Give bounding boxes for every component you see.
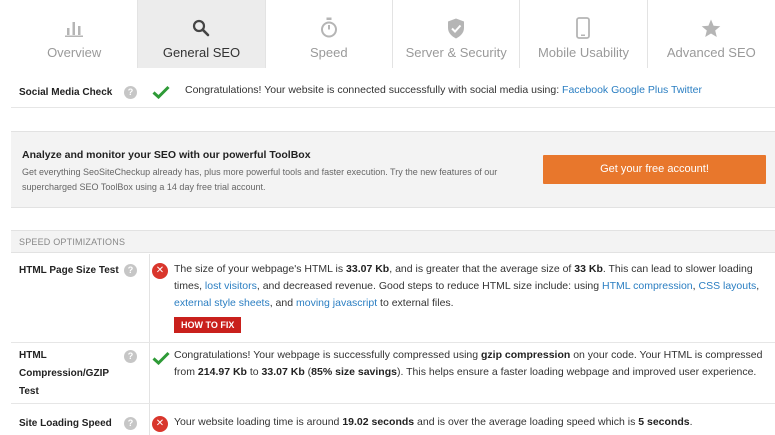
help-icon[interactable]: ?: [124, 264, 137, 277]
search-icon: [192, 17, 210, 39]
column-divider: [149, 254, 150, 435]
twitter-link[interactable]: Twitter: [671, 84, 702, 96]
row-label: Site Loading Speed: [19, 418, 112, 429]
fail-icon: ✕: [152, 416, 168, 432]
social-media-check-row: Social Media Check ? Congratulations! Yo…: [11, 78, 775, 108]
google-plus-link[interactable]: Google Plus: [611, 84, 668, 96]
promo-title: Analyze and monitor your SEO with our po…: [22, 149, 311, 161]
bar-chart-icon: [64, 17, 84, 39]
row-divider: [11, 342, 775, 343]
tab-general-seo[interactable]: General SEO: [138, 0, 266, 68]
loading-speed-message: Your website loading time is around 19.0…: [174, 416, 693, 428]
external-style-sheets-link[interactable]: external style sheets: [174, 297, 270, 309]
row-label: HTML Compression/GZIP Test: [19, 350, 110, 397]
shield-check-icon: [447, 17, 465, 39]
promo-text: Get everything SeoSiteCheckup already ha…: [22, 167, 498, 192]
toolbox-promo: Analyze and monitor your SEO with our po…: [11, 131, 775, 208]
social-message: Congratulations! Your website is connect…: [185, 82, 771, 99]
how-to-fix-button[interactable]: HOW TO FIX: [174, 317, 242, 333]
moving-javascript-link[interactable]: moving javascript: [296, 297, 377, 309]
speed-optimizations-section: SPEED OPTIMIZATIONS HTML Page Size Test …: [11, 230, 775, 435]
html-size-message: The size of your webpage's HTML is 33.07…: [174, 263, 760, 309]
mobile-phone-icon: [576, 17, 591, 39]
tab-bar: Overview General SEO Speed Server & Secu…: [11, 0, 775, 68]
html-compression-link[interactable]: HTML compression: [602, 280, 693, 292]
star-icon: [701, 17, 721, 39]
css-layouts-link[interactable]: CSS layouts: [699, 280, 757, 292]
facebook-link[interactable]: Facebook: [562, 84, 608, 96]
tab-label: Advanced SEO: [666, 45, 756, 60]
help-icon[interactable]: ?: [124, 350, 137, 363]
fail-icon: ✕: [152, 263, 168, 279]
check-icon: [152, 351, 170, 366]
row-label: Social Media Check: [19, 87, 113, 98]
tab-advanced-seo[interactable]: Advanced SEO: [647, 0, 775, 68]
stopwatch-icon: [320, 17, 338, 39]
check-icon: [152, 85, 170, 100]
lost-visitors-link[interactable]: lost visitors: [205, 280, 257, 292]
row-divider: [11, 403, 775, 404]
help-icon[interactable]: ?: [124, 86, 137, 99]
tab-overview[interactable]: Overview: [11, 0, 139, 68]
section-heading: SPEED OPTIMIZATIONS: [11, 231, 775, 253]
tab-server-security[interactable]: Server & Security: [392, 0, 521, 68]
tab-speed[interactable]: Speed: [265, 0, 393, 68]
tab-label: General SEO: [162, 45, 241, 60]
tab-label: Speed: [310, 45, 348, 60]
row-label: HTML Page Size Test: [19, 265, 119, 276]
get-free-account-button[interactable]: Get your free account!: [543, 155, 766, 184]
tab-mobile-usability[interactable]: Mobile Usability: [520, 0, 648, 68]
help-icon[interactable]: ?: [124, 417, 137, 430]
social-text: Congratulations! Your website is connect…: [185, 84, 560, 96]
tab-label: Mobile Usability: [537, 45, 629, 60]
gzip-message: Congratulations! Your webpage is success…: [174, 349, 763, 378]
tab-label: Overview: [47, 45, 102, 60]
tab-label: Server & Security: [405, 45, 507, 60]
